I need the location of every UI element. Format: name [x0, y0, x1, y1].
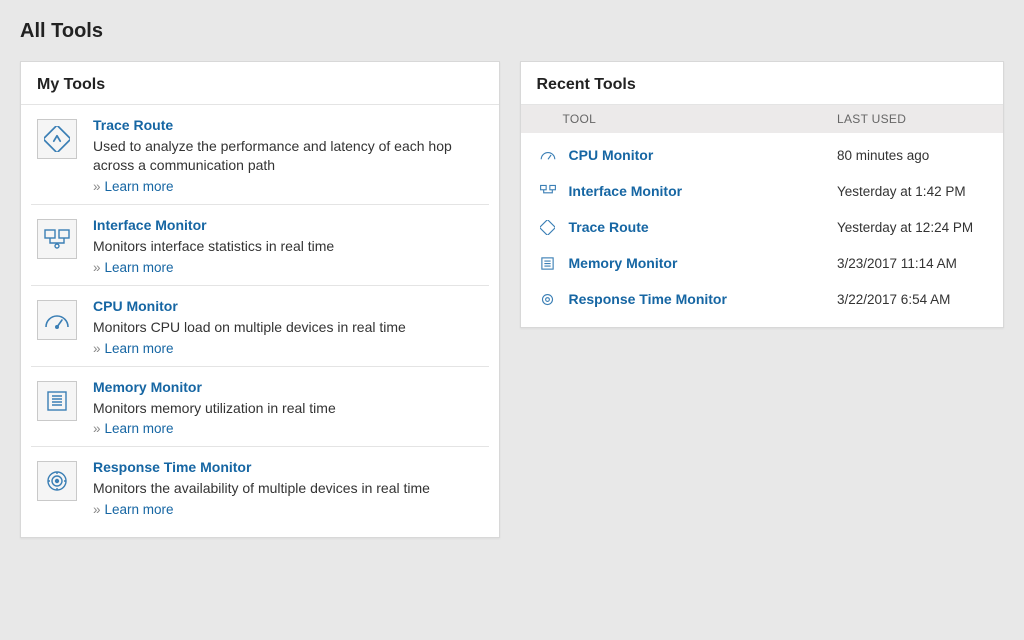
tool-item-response-time: Response Time Monitor Monitors the avail…	[31, 447, 489, 527]
recent-time: 3/22/2017 6:54 AM	[837, 292, 987, 307]
recent-time: Yesterday at 12:24 PM	[837, 220, 987, 235]
recent-tools-card: Recent Tools TOOL LAST USED CPU Monitor …	[520, 61, 1005, 328]
recent-time: 3/23/2017 11:14 AM	[837, 256, 987, 271]
recent-tools-columns: TOOL LAST USED	[521, 105, 1004, 133]
recent-time: Yesterday at 1:42 PM	[837, 184, 987, 199]
memory-monitor-icon	[537, 256, 559, 271]
tool-desc: Monitors CPU load on multiple devices in…	[93, 318, 483, 337]
chevron-icon: »	[93, 502, 101, 517]
interface-monitor-icon	[37, 219, 77, 259]
tool-desc: Monitors the availability of multiple de…	[93, 479, 483, 498]
memory-monitor-icon	[37, 381, 77, 421]
learn-more-link[interactable]: » Learn more	[93, 179, 483, 194]
recent-tools-header: Recent Tools	[521, 62, 1004, 105]
learn-more-label: Learn more	[105, 502, 174, 517]
learn-more-link[interactable]: » Learn more	[93, 260, 483, 275]
trace-route-icon	[537, 220, 559, 235]
tool-title[interactable]: CPU Monitor	[93, 298, 483, 314]
interface-monitor-icon	[537, 184, 559, 198]
recent-item-cpu-monitor: CPU Monitor 80 minutes ago	[537, 137, 988, 173]
tool-item-interface-monitor: Interface Monitor Monitors interface sta…	[31, 205, 489, 286]
learn-more-label: Learn more	[105, 260, 174, 275]
tool-item-memory-monitor: Memory Monitor Monitors memory utilizati…	[31, 367, 489, 448]
recent-item-memory-monitor: Memory Monitor 3/23/2017 11:14 AM	[537, 245, 988, 281]
column-tool: TOOL	[537, 112, 838, 126]
recent-item-trace-route: Trace Route Yesterday at 12:24 PM	[537, 209, 988, 245]
page-title: All Tools	[20, 20, 1004, 43]
tool-title[interactable]: Trace Route	[93, 117, 483, 133]
my-tools-header: My Tools	[21, 62, 499, 105]
recent-name[interactable]: Trace Route	[569, 219, 838, 235]
recent-name[interactable]: CPU Monitor	[569, 147, 838, 163]
tool-item-cpu-monitor: CPU Monitor Monitors CPU load on multipl…	[31, 286, 489, 367]
cpu-monitor-icon	[37, 300, 77, 340]
response-time-icon	[37, 461, 77, 501]
learn-more-label: Learn more	[105, 421, 174, 436]
recent-item-interface-monitor: Interface Monitor Yesterday at 1:42 PM	[537, 173, 988, 209]
chevron-icon: »	[93, 341, 101, 356]
recent-item-response-time: Response Time Monitor 3/22/2017 6:54 AM	[537, 281, 988, 317]
tool-item-trace-route: Trace Route Used to analyze the performa…	[31, 105, 489, 205]
tool-title[interactable]: Interface Monitor	[93, 217, 483, 233]
tool-desc: Monitors interface statistics in real ti…	[93, 237, 483, 256]
tool-desc: Monitors memory utilization in real time	[93, 399, 483, 418]
cpu-monitor-icon	[537, 149, 559, 161]
chevron-icon: »	[93, 179, 101, 194]
recent-name[interactable]: Interface Monitor	[569, 183, 838, 199]
my-tools-card: My Tools Trace Route Used to analyze the…	[20, 61, 500, 538]
recent-name[interactable]: Response Time Monitor	[569, 291, 838, 307]
tool-title[interactable]: Response Time Monitor	[93, 459, 483, 475]
learn-more-label: Learn more	[105, 341, 174, 356]
chevron-icon: »	[93, 421, 101, 436]
chevron-icon: »	[93, 260, 101, 275]
learn-more-link[interactable]: » Learn more	[93, 502, 483, 517]
learn-more-label: Learn more	[105, 179, 174, 194]
recent-tools-list: CPU Monitor 80 minutes ago Interface Mon…	[521, 133, 1004, 327]
recent-name[interactable]: Memory Monitor	[569, 255, 838, 271]
response-time-icon	[537, 292, 559, 307]
tool-title[interactable]: Memory Monitor	[93, 379, 483, 395]
recent-time: 80 minutes ago	[837, 148, 987, 163]
tool-desc: Used to analyze the performance and late…	[93, 137, 483, 175]
learn-more-link[interactable]: » Learn more	[93, 421, 483, 436]
learn-more-link[interactable]: » Learn more	[93, 341, 483, 356]
my-tools-list: Trace Route Used to analyze the performa…	[21, 105, 499, 537]
column-last-used: LAST USED	[837, 112, 987, 126]
trace-route-icon	[37, 119, 77, 159]
